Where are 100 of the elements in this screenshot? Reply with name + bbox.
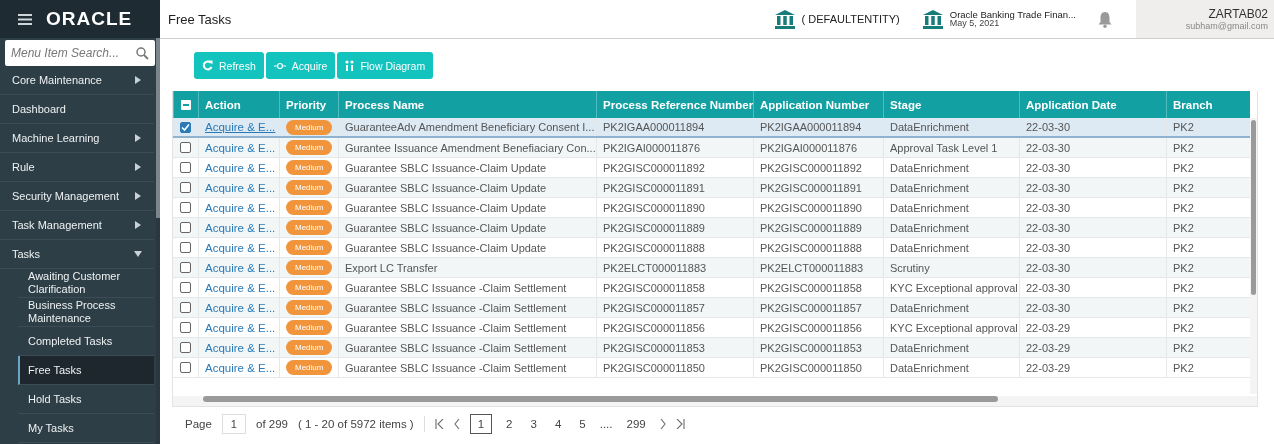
table-row[interactable]: Acquire & E... Medium Guarantee SBLC Issuance -Claim Settlement PK2GISC000011850 PK2GISC000011850 DataEnrichment 22-03-29 PK2 xyxy=(173,358,1250,378)
menu-item[interactable]: Rule xyxy=(0,153,154,182)
vertical-scrollbar[interactable] xyxy=(1250,118,1257,394)
table-row[interactable]: Acquire & E... Medium Guarantee SBLC Issuance -Claim Settlement PK2GISC000011858 PK2GISC000011858 KYC Exceptional approval 22-03-30 PK2 xyxy=(173,278,1250,298)
table-cell: 22-03-30 xyxy=(1026,261,1071,274)
table-cell: PK2 xyxy=(1173,201,1194,214)
priority-badge: Medium xyxy=(286,300,333,315)
action-link[interactable]: Acquire & E... xyxy=(205,141,276,154)
row-checkbox[interactable] xyxy=(180,222,191,233)
table-cell: PK2GISC000011856 xyxy=(603,321,705,334)
table-cell: PK2ELCT000011883 xyxy=(603,261,707,274)
table-cell: PK2GISC000011892 xyxy=(603,161,705,174)
first-page-icon[interactable] xyxy=(434,419,444,429)
page-link[interactable]: 5 xyxy=(575,416,590,432)
last-page-icon[interactable] xyxy=(675,419,685,429)
table-row[interactable]: Acquire & E... Medium Gurantee Issuance Amendment Benefiaciary Con... PK2IGAI000011876 PK2IGAI000011876 Approval Task Level 1 22-03-30 PK2 xyxy=(173,138,1250,158)
submenu-item[interactable]: Business Process Maintenance xyxy=(18,298,154,327)
action-link[interactable]: Acquire & E... xyxy=(205,181,276,194)
action-link[interactable]: Acquire & E... xyxy=(205,121,276,133)
row-checkbox[interactable] xyxy=(180,202,191,213)
table-row[interactable]: Acquire & E... Medium Guarantee SBLC Issuance-Claim Update PK2GISC000011888 PK2GISC000011888 DataEnrichment 22-03-30 PK2 xyxy=(173,238,1250,258)
table-cell: Export LC Transfer xyxy=(345,261,438,274)
menu-item[interactable]: Security Management xyxy=(0,182,154,211)
table-cell: Approval Task Level 1 xyxy=(890,141,998,154)
action-link[interactable]: Acquire & E... xyxy=(205,341,276,354)
table-cell: PK2 xyxy=(1173,241,1194,254)
page-link[interactable]: 4 xyxy=(550,416,566,432)
page-link[interactable]: 1 xyxy=(469,414,493,434)
row-checkbox[interactable] xyxy=(180,162,191,173)
menu-item[interactable]: Dashboard xyxy=(0,95,154,124)
table-cell: PK2IGAA000011894 xyxy=(760,121,862,133)
priority-badge: Medium xyxy=(286,119,333,135)
row-checkbox[interactable] xyxy=(180,121,191,133)
row-checkbox[interactable] xyxy=(180,262,191,273)
table-cell: PK2GISC000011856 xyxy=(760,321,862,334)
table-row[interactable]: Acquire & E... Medium Guarantee SBLC Issuance -Claim Settlement PK2GISC000011856 PK2GISC000011856 KYC Exceptional approval 22-03-29 PK2 xyxy=(173,318,1250,338)
table-cell: DataEnrichment xyxy=(890,121,969,133)
user-panel[interactable]: ZARTAB02 subham@gmail.com xyxy=(1136,0,1274,38)
row-checkbox[interactable] xyxy=(180,322,191,333)
action-link[interactable]: Acquire & E... xyxy=(205,261,276,274)
action-link[interactable]: Acquire & E... xyxy=(205,221,276,234)
menu-item[interactable]: Task Management xyxy=(0,211,154,240)
row-checkbox[interactable] xyxy=(180,302,191,313)
row-checkbox[interactable] xyxy=(180,182,191,193)
page-number-field[interactable]: 1 xyxy=(221,414,246,434)
action-link[interactable]: Acquire & E... xyxy=(205,301,276,314)
table-cell: DataEnrichment xyxy=(890,161,969,174)
submenu-item[interactable]: Free Tasks xyxy=(18,356,154,385)
next-page-icon[interactable] xyxy=(659,419,666,429)
menu-item[interactable]: Tasks xyxy=(0,240,154,269)
action-link[interactable]: Acquire & E... xyxy=(205,321,276,334)
page-link[interactable]: 299 xyxy=(622,416,650,432)
table-row[interactable]: Acquire & E... Medium Guarantee SBLC Issuance -Claim Settlement PK2GISC000011857 PK2GISC000011857 DataEnrichment 22-03-30 PK2 xyxy=(173,298,1250,318)
submenu-item[interactable]: My Tasks xyxy=(18,414,154,443)
select-all-checkbox[interactable] xyxy=(181,99,191,110)
row-checkbox[interactable] xyxy=(180,342,191,353)
table-row[interactable]: Acquire & E... Medium GuaranteeAdv Amendment Beneficiary Consent I... PK2IGAA000011894 PK2IGAA000011894 DataEnrichment 22-03-30 PK2 xyxy=(173,118,1250,138)
action-link[interactable]: Acquire & E... xyxy=(205,161,276,174)
table-row[interactable]: Acquire & E... Medium Guarantee SBLC Issuance-Claim Update PK2GISC000011891 PK2GISC000011891 DataEnrichment 22-03-30 PK2 xyxy=(173,178,1250,198)
row-checkbox[interactable] xyxy=(180,142,191,153)
refresh-icon xyxy=(202,60,213,71)
table-cell: DataEnrichment xyxy=(890,361,969,374)
priority-badge: Medium xyxy=(286,200,333,215)
table-cell: PK2GISC000011857 xyxy=(603,301,705,314)
page-count: of 299 xyxy=(256,418,288,430)
table-cell: 22-03-29 xyxy=(1026,361,1071,374)
page-link[interactable]: 3 xyxy=(526,416,541,432)
action-link[interactable]: Acquire & E... xyxy=(205,281,276,294)
action-link[interactable]: Acquire & E... xyxy=(205,361,276,374)
table-cell: Gurantee Issuance Amendment Benefiaciary Con... xyxy=(345,141,596,154)
table-row[interactable]: Acquire & E... Medium Guarantee SBLC Issuance-Claim Update PK2GISC000011889 PK2GISC000011889 DataEnrichment 22-03-30 PK2 xyxy=(173,218,1250,238)
submenu-item[interactable]: Awaiting Customer Clarification xyxy=(18,269,154,298)
notification-bell-icon[interactable] xyxy=(1098,10,1112,28)
table-cell: Guarantee SBLC Issuance -Claim Settlement xyxy=(345,281,567,294)
page-link[interactable]: 2 xyxy=(502,416,517,432)
table-row[interactable]: Acquire & E... Medium Export LC Transfer PK2ELCT000011883 PK2ELCT000011883 Scrutiny 22-03-30 PK2 xyxy=(173,258,1250,278)
row-checkbox[interactable] xyxy=(180,362,191,373)
table-cell: PK2GISC000011888 xyxy=(603,241,705,254)
menu-item[interactable]: Machine Learning xyxy=(0,124,154,153)
table-row[interactable]: Acquire & E... Medium Guarantee SBLC Issuance-Claim Update PK2GISC000011890 PK2GISC000011890 DataEnrichment 22-03-30 PK2 xyxy=(173,198,1250,218)
table-cell: Guarantee SBLC Issuance -Claim Settlement xyxy=(345,321,567,334)
menu-icon[interactable] xyxy=(18,13,32,25)
entity-label[interactable]: ( DEFAULTENTITY) xyxy=(801,13,900,25)
submenu-item[interactable]: Hold Tasks xyxy=(18,385,154,414)
table-row[interactable]: Acquire & E... Medium Guarantee SBLC Issuance-Claim Update PK2GISC000011892 PK2GISC000011892 DataEnrichment 22-03-30 PK2 xyxy=(173,158,1250,178)
horizontal-scrollbar[interactable] xyxy=(173,396,1257,406)
previous-page-icon[interactable] xyxy=(453,419,460,429)
logo: ORACLE xyxy=(46,8,133,30)
row-checkbox[interactable] xyxy=(180,282,191,293)
search-field[interactable]: Menu Item Search... xyxy=(5,40,155,66)
table-row[interactable]: Acquire & E... Medium Guarantee SBLC Issuance -Claim Settlement PK2GISC000011853 PK2GISC000011853 DataEnrichment 22-03-29 PK2 xyxy=(173,338,1250,358)
action-link[interactable]: Acquire & E... xyxy=(205,241,276,254)
action-link[interactable]: Acquire & E... xyxy=(205,201,276,214)
table-cell: DataEnrichment xyxy=(890,341,969,354)
table-cell: 22-03-30 xyxy=(1026,161,1071,174)
table-cell: PK2 xyxy=(1173,221,1194,234)
menu-item[interactable]: Core Maintenance xyxy=(0,66,154,95)
branch-date: May 5, 2021 xyxy=(949,19,1000,28)
row-checkbox[interactable] xyxy=(180,242,191,253)
table-cell: PK2GISC000011889 xyxy=(760,221,862,234)
